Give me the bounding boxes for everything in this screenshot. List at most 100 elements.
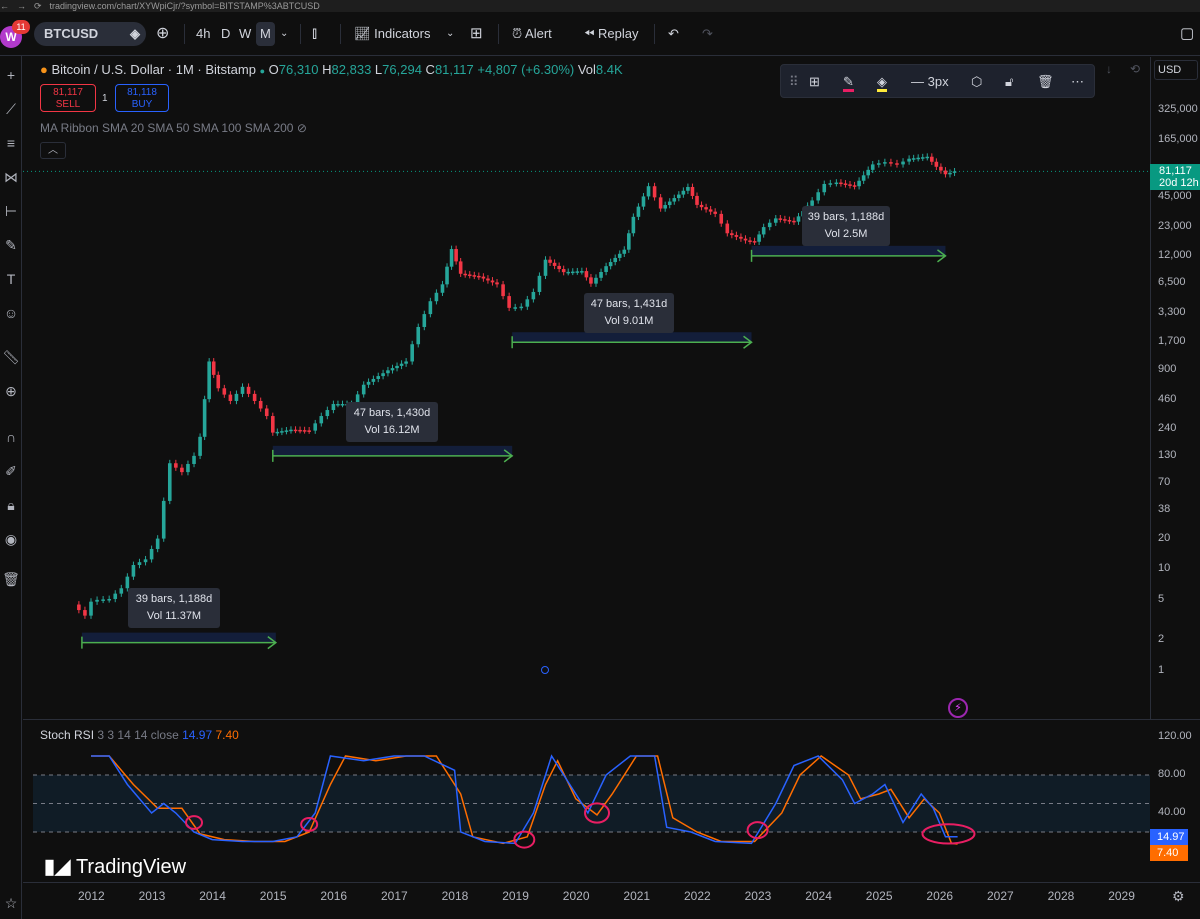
candle-body (604, 266, 608, 272)
candle-body (472, 275, 477, 277)
currency-selector[interactable]: USD (1154, 60, 1198, 80)
measure-label-3[interactable]: 47 bars, 1,431d Vol 9.01M (584, 293, 674, 333)
change-value: +4,807 (+6.30%) (477, 62, 575, 77)
measure-label-4[interactable]: 39 bars, 1,188d Vol 2.5M (802, 206, 890, 246)
settings-gear-icon[interactable]: ⚙︎ (1172, 888, 1185, 905)
order-quantity[interactable]: 1 (102, 93, 108, 104)
candle-body (490, 280, 495, 283)
candle-body (198, 436, 202, 456)
candle-body (895, 163, 899, 165)
candle-body (816, 192, 820, 201)
add-template-icon[interactable]: ⊞ (809, 72, 820, 92)
candle-body (258, 400, 263, 409)
candle-body (399, 363, 404, 366)
candle-body (371, 378, 376, 382)
more-icon[interactable]: ⋯ (1071, 72, 1084, 92)
candle-body (652, 186, 657, 198)
candle-body (636, 206, 641, 217)
buy-button[interactable]: 81,118 BUY (115, 84, 169, 112)
candle-body (699, 204, 704, 208)
candle-body (613, 257, 617, 263)
candle-body (739, 236, 743, 239)
stoch-rsi-legend[interactable]: Stoch RSI 3 3 14 14 close 14.97 7.40 (40, 728, 239, 742)
candle-body (271, 416, 275, 433)
candle-body (839, 182, 843, 185)
measure-bars-3: 47 bars, 1,431d (590, 298, 668, 310)
panel-divider[interactable] (23, 719, 1200, 720)
lightning-icon[interactable]: ⚡︎ (948, 698, 968, 718)
candle-body (501, 284, 505, 297)
candle-body (366, 381, 371, 385)
anchor-point[interactable] (541, 666, 549, 674)
time-tick-label: 2013 (138, 889, 166, 903)
candle-body (513, 307, 517, 309)
measure-label-2[interactable]: 47 bars, 1,430d Vol 16.12M (346, 402, 438, 442)
candle-body (548, 259, 552, 263)
line-color-pencil-icon[interactable]: ✎ (843, 72, 854, 92)
candle-body (467, 274, 472, 276)
candle-body (939, 166, 943, 171)
candle-body (119, 588, 124, 594)
high-label: H (322, 62, 332, 77)
collapse-legend-button[interactable]: ︿ (40, 142, 66, 159)
ma-ribbon-indicator-label[interactable]: MA Ribbon SMA 20 SMA 50 SMA 100 SMA 200 … (40, 121, 307, 135)
legend-title: Bitcoin / U.S. Dollar · 1M · Bitstamp (51, 62, 256, 77)
candle-body (180, 467, 184, 473)
vol-value: 8.4K (595, 62, 623, 77)
candle-body (83, 610, 87, 616)
line-width-button[interactable]: — 3px (911, 72, 949, 92)
price-tick-label: 325,000 (1158, 103, 1198, 116)
candle-body (622, 249, 627, 254)
stoch-label: Stoch RSI (40, 728, 95, 742)
vol-label: Vol (577, 62, 596, 77)
measure-vol-3: Vol 9.01M (604, 315, 654, 327)
candle-body (834, 182, 839, 185)
candle-body (477, 275, 481, 278)
price-tick-label: 1 (1158, 664, 1165, 676)
candle-body (883, 162, 887, 164)
close-value: 81,117 (434, 62, 474, 77)
symbol-legend[interactable]: ● Bitcoin / U.S. Dollar · 1M · Bitstamp … (40, 62, 623, 77)
price-tick-label: 23,000 (1158, 220, 1192, 233)
candle-body (934, 161, 939, 167)
candle-body (557, 265, 561, 270)
trash-icon[interactable]: 🗑︎ (1037, 72, 1054, 92)
sell-button[interactable]: 81,117 SELL (40, 84, 96, 112)
reset-scale-icon[interactable]: ⟲ (1130, 62, 1140, 76)
candle-body (361, 384, 366, 395)
time-tick-label: 2025 (865, 889, 893, 903)
unlock-icon[interactable]: 🔓︎ (1005, 72, 1013, 92)
price-axis[interactable] (1150, 57, 1200, 719)
candle-body (340, 404, 345, 406)
price-chart[interactable] (0, 0, 1200, 919)
sell-price: 81,117 (53, 87, 83, 98)
candle-body (925, 156, 930, 159)
fill-color-icon[interactable]: ◈ (877, 72, 887, 92)
settings-hexagon-icon[interactable]: ⬡ (971, 72, 982, 92)
candle-body (240, 386, 245, 394)
candle-body (566, 271, 571, 274)
candle-body (252, 393, 257, 401)
candle-body (861, 175, 866, 181)
eye-hidden-icon[interactable]: ⊘ (297, 121, 307, 135)
candle-body (89, 601, 93, 616)
candle-body (713, 211, 717, 214)
measure-vol-4: Vol 2.5M (824, 228, 868, 240)
candle-body (787, 220, 792, 222)
candle-body (507, 296, 511, 308)
candle-body (704, 207, 708, 210)
sell-label: SELL (55, 99, 81, 110)
drag-handle-icon[interactable]: ⠿ (789, 72, 799, 92)
candle-body (246, 386, 251, 394)
bitcoin-icon: ● (40, 62, 48, 77)
stoch-k-value: 14.97 (182, 728, 213, 742)
scroll-down-icon[interactable]: ↓ (1106, 62, 1112, 76)
candle-body (828, 183, 833, 185)
candle-body (810, 200, 814, 206)
candle-body (149, 548, 154, 560)
measure-range-fill (81, 632, 276, 643)
price-tick-label: 900 (1158, 363, 1177, 376)
candle-body (77, 604, 81, 611)
measure-label-1[interactable]: 39 bars, 1,188d Vol 11.37M (128, 588, 220, 628)
time-tick-label: 2018 (441, 889, 469, 903)
